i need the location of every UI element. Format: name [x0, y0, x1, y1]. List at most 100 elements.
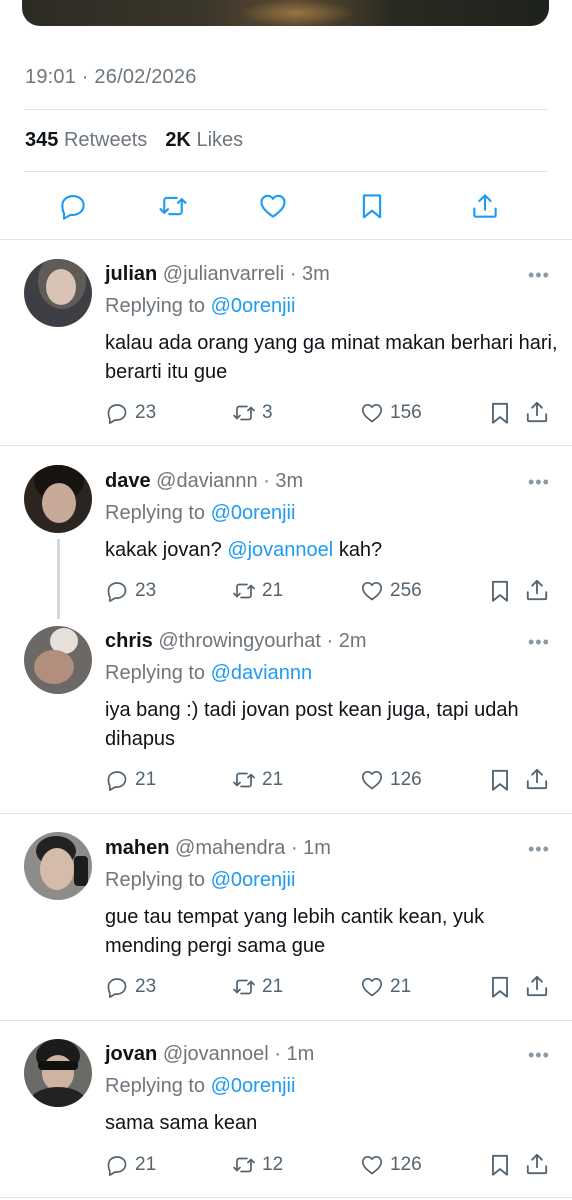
reply-header: mahen @mahendra · 1m	[105, 837, 331, 860]
avatar-face	[42, 483, 76, 523]
like-icon[interactable]	[258, 191, 288, 221]
user-handle[interactable]: @julianvarreli	[163, 263, 284, 285]
display-name[interactable]: julian	[105, 263, 157, 285]
reply-count: 23	[135, 580, 157, 601]
reply-counter[interactable]: 21	[105, 1152, 156, 1178]
like-counter[interactable]: 126	[360, 767, 422, 793]
display-name[interactable]: mahen	[105, 837, 169, 859]
replying-to: Replying to @0orenjii	[105, 869, 295, 892]
replying-prefix: Replying to	[105, 662, 206, 684]
display-name[interactable]: jovan	[105, 1043, 157, 1065]
reply-counter[interactable]: 23	[105, 400, 156, 426]
avatar[interactable]	[24, 465, 92, 533]
bookmark-icon[interactable]	[487, 974, 513, 1000]
reply-time: · 1m	[274, 1043, 315, 1065]
more-options-icon[interactable]: •••	[528, 473, 550, 491]
retweets-stat[interactable]: 345 Retweets	[25, 129, 147, 151]
retweet-counter[interactable]: 12	[232, 1152, 283, 1178]
retweet-icon	[232, 579, 256, 603]
retweet-count: 12	[262, 1154, 284, 1175]
reply-counter[interactable]: 23	[105, 974, 156, 1000]
reply-header: chris @throwingyourhat · 2m	[105, 630, 367, 653]
divider	[0, 1020, 572, 1021]
avatar-face	[40, 848, 74, 890]
divider	[0, 1197, 572, 1198]
reply-count: 21	[135, 1154, 157, 1175]
reply-icon	[105, 401, 129, 425]
thread-connector	[57, 539, 60, 619]
replying-mention-link[interactable]: @0orenjii	[211, 502, 296, 524]
retweet-counter[interactable]: 21	[232, 974, 283, 1000]
share-icon[interactable]	[470, 191, 500, 221]
replying-mention-link[interactable]: @0orenjii	[211, 869, 296, 891]
reply-icon	[105, 579, 129, 603]
tweet-media-image[interactable]	[22, 0, 549, 26]
replying-mention-link[interactable]: @daviannn	[211, 662, 312, 684]
avatar-phone	[74, 856, 88, 886]
media-light-glow	[237, 0, 357, 26]
like-counter[interactable]: 156	[360, 400, 422, 426]
replying-to: Replying to @0orenjii	[105, 1075, 295, 1098]
reply-count: 23	[135, 976, 157, 997]
retweet-counter[interactable]: 3	[232, 400, 273, 426]
avatar[interactable]	[24, 832, 92, 900]
reply-text: gue tau tempat yang lebih cantik kean, y…	[105, 906, 485, 957]
user-handle[interactable]: @jovannoel	[163, 1043, 269, 1065]
retweets-label: Retweets	[63, 129, 148, 151]
retweet-icon	[232, 401, 256, 425]
like-icon	[360, 1153, 384, 1177]
like-count: 156	[390, 402, 422, 423]
reply-counter[interactable]: 21	[105, 767, 156, 793]
mention-link[interactable]: @jovannoel	[227, 539, 333, 561]
reply-time: · 2m	[326, 630, 367, 652]
like-count: 21	[390, 976, 412, 997]
replying-prefix: Replying to	[105, 502, 206, 524]
display-name[interactable]: dave	[105, 470, 151, 492]
divider	[24, 171, 548, 172]
reply-header: julian @julianvarreli · 3m	[105, 263, 330, 286]
like-count: 256	[390, 580, 422, 601]
likes-stat[interactable]: 2K Likes	[165, 129, 243, 151]
like-counter[interactable]: 21	[360, 974, 411, 1000]
bookmark-icon[interactable]	[357, 191, 387, 221]
replying-mention-link[interactable]: @0orenjii	[211, 295, 296, 317]
reply-count: 23	[135, 402, 157, 423]
bookmark-icon[interactable]	[487, 578, 513, 604]
share-icon[interactable]	[524, 973, 550, 999]
more-options-icon[interactable]: •••	[528, 1046, 550, 1064]
retweet-counter[interactable]: 21	[232, 578, 283, 604]
tweet-timestamp: 19:01 · 26/02/2026	[25, 66, 197, 88]
user-handle[interactable]: @daviannn	[156, 470, 257, 492]
avatar[interactable]	[24, 259, 92, 327]
avatar[interactable]	[24, 626, 92, 694]
avatar-shirt	[30, 1087, 86, 1107]
bookmark-icon[interactable]	[487, 1152, 513, 1178]
replying-mention-link[interactable]: @0orenjii	[211, 1075, 296, 1097]
retweet-icon[interactable]	[158, 191, 188, 221]
reply-count: 21	[135, 769, 157, 790]
user-handle[interactable]: @mahendra	[175, 837, 285, 859]
share-icon[interactable]	[524, 1151, 550, 1177]
user-handle[interactable]: @throwingyourhat	[158, 630, 321, 652]
like-counter[interactable]: 256	[360, 578, 422, 604]
avatar[interactable]	[24, 1039, 92, 1107]
bookmark-icon[interactable]	[487, 767, 513, 793]
bookmark-icon[interactable]	[487, 400, 513, 426]
more-options-icon[interactable]: •••	[528, 840, 550, 858]
reply-icon[interactable]	[58, 191, 88, 221]
reply-text: sama sama kean	[105, 1112, 258, 1134]
display-name[interactable]: chris	[105, 630, 153, 652]
more-options-icon[interactable]: •••	[528, 633, 550, 651]
share-icon[interactable]	[524, 399, 550, 425]
reply-text: kakak jovan? @jovannoel kah?	[105, 536, 560, 565]
like-counter[interactable]: 126	[360, 1152, 422, 1178]
reply-counter[interactable]: 23	[105, 578, 156, 604]
replying-prefix: Replying to	[105, 295, 206, 317]
share-icon[interactable]	[524, 577, 550, 603]
share-icon[interactable]	[524, 766, 550, 792]
retweet-count: 21	[262, 580, 284, 601]
replying-to: Replying to @daviannn	[105, 662, 312, 685]
like-count: 126	[390, 769, 422, 790]
more-options-icon[interactable]: •••	[528, 266, 550, 284]
retweet-counter[interactable]: 21	[232, 767, 283, 793]
